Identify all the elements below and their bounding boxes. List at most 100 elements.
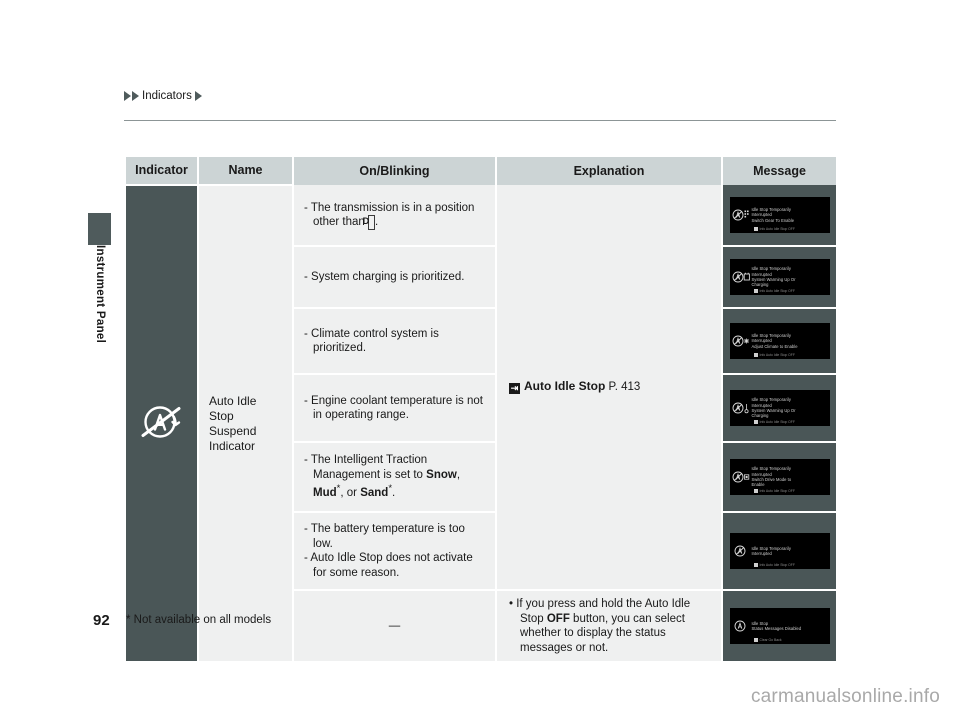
- column-header-explanation: Explanation: [496, 157, 723, 185]
- message-footer-text: Info Auto Idle Stop OFF: [759, 419, 795, 424]
- message-cell: Idle Stop Temporarily Interrupted Switch…: [722, 442, 836, 513]
- gear-d-key: D: [362, 215, 375, 230]
- key-icon: [753, 419, 758, 424]
- message-line: Adjust Climate to Enable: [751, 343, 798, 349]
- message-line: Charging: [751, 282, 769, 288]
- message-text: Idle Stop Status Messages Disabled: [752, 621, 830, 632]
- indicator-name: Auto Idle Stop Suspend Indicator: [198, 184, 294, 661]
- message-line: Status Messages Disabled: [751, 626, 802, 631]
- message-footer: Info Auto Idle Stop OFF: [753, 352, 795, 357]
- on-blinking-text: - The Intelligent Traction Management is…: [304, 454, 461, 500]
- message-display: Idle Stop Temporarily Interrupted Switch…: [729, 197, 830, 233]
- explanation-cell: ⇥ Auto Idle Stop P. 413: [496, 185, 723, 591]
- table-header-row: Indicator Name On/Blinking Explanation M…: [126, 157, 836, 185]
- breadcrumb-label[interactable]: Indicators: [142, 90, 192, 102]
- indicator-cell: [126, 184, 199, 661]
- watermark: carmanualsonline.info: [750, 686, 940, 707]
- idle-stop-gear-icon: [730, 208, 752, 222]
- key-icon: [753, 562, 758, 567]
- idle-stop-disabled-icon: [730, 619, 752, 633]
- message-display: Idle Stop Temporarily Interrupted System…: [729, 390, 830, 426]
- message-line: Enable: [751, 482, 765, 488]
- on-blinking-cell: - System charging is prioritized.: [293, 246, 497, 309]
- on-blinking-text: - The battery temperature is too low.: [304, 523, 465, 550]
- idle-stop-battery-icon: [730, 270, 752, 284]
- column-header-name: Name: [198, 157, 294, 185]
- chevron-right-icon: [124, 91, 131, 101]
- on-blinking-cell: - The Intelligent Traction Management is…: [293, 442, 497, 513]
- itm-mode-snow: Snow: [426, 468, 457, 481]
- message-text: Idle Stop Temporarily Interrupted System…: [752, 266, 830, 288]
- explanation-cell: • If you press and hold the Auto Idle St…: [496, 590, 723, 661]
- message-cell: Idle Stop Temporarily Interrupted System…: [722, 246, 836, 309]
- message-footer-text: Clear Go Back: [759, 637, 782, 642]
- message-display: Idle Stop Temporarily Interrupted System…: [729, 259, 830, 295]
- message-footer-text: Info Auto Idle Stop OFF: [759, 288, 795, 293]
- message-cell: Idle Stop Temporarily Interrupted Info A…: [722, 512, 836, 591]
- message-cell: Idle Stop Status Messages Disabled Clear…: [722, 590, 836, 661]
- message-display: Idle Stop Temporarily Interrupted Adjust…: [729, 323, 830, 359]
- message-line: Interrupted: [751, 551, 772, 556]
- explanation-bullet: • If you press and hold the Auto Idle St…: [509, 598, 691, 654]
- idle-stop-drive-mode-icon: [730, 470, 752, 484]
- idle-stop-temp-icon: [730, 401, 752, 415]
- column-header-indicator: Indicator: [126, 157, 199, 185]
- message-footer: Clear Go Back: [753, 637, 782, 642]
- on-blinking-text: - Climate control system is prioritized.: [304, 327, 439, 355]
- on-blinking-cell: - The battery temperature is too low. - …: [293, 512, 497, 591]
- chevron-right-icon: [132, 91, 139, 101]
- explanation-reference[interactable]: ⇥ Auto Idle Stop P. 413: [509, 379, 641, 395]
- on-blinking-cell: —: [293, 590, 497, 661]
- header-divider: [124, 120, 836, 121]
- indicators-table: Indicator Name On/Blinking Explanation M…: [126, 157, 836, 661]
- message-cell: Idle Stop Temporarily Interrupted Adjust…: [722, 308, 836, 375]
- message-display: Idle Stop Temporarily Interrupted Info A…: [729, 533, 830, 569]
- message-text: Idle Stop Temporarily Interrupted Switch…: [752, 466, 830, 488]
- breadcrumb: Indicators: [124, 90, 202, 102]
- chevron-right-icon: [194, 91, 202, 101]
- jump-to-page-icon: ⇥: [509, 383, 520, 395]
- table-row: Auto Idle Stop Suspend Indicator - The t…: [126, 184, 836, 661]
- reference-page: P. 413: [608, 381, 641, 394]
- on-blinking-cell: - Engine coolant temperature is not in o…: [293, 374, 497, 443]
- message-text: Idle Stop Temporarily Interrupted Switch…: [752, 207, 830, 223]
- column-header-on-blinking: On/Blinking: [293, 157, 497, 185]
- message-footer: Info Auto Idle Stop OFF: [753, 226, 795, 231]
- reference-title: Auto Idle Stop: [524, 379, 606, 394]
- message-footer: Info Auto Idle Stop OFF: [753, 288, 795, 293]
- message-line: Switch Gear To Enable: [751, 217, 795, 223]
- idle-stop-off-button-label: OFF: [546, 612, 570, 625]
- on-blinking-cell: - The transmission is in a position othe…: [293, 185, 497, 247]
- key-icon: [753, 352, 758, 357]
- section-tab-label: Instrument Panel: [94, 245, 106, 344]
- message-text: Idle Stop Temporarily Interrupted Adjust…: [752, 333, 830, 349]
- on-blinking-cell: - Climate control system is prioritized.: [293, 308, 497, 375]
- page-number: 92: [93, 612, 110, 629]
- message-footer: Info Auto Idle Stop OFF: [753, 488, 795, 493]
- column-header-message: Message: [722, 157, 836, 185]
- message-footer-text: Info Auto Idle Stop OFF: [759, 226, 795, 231]
- message-footer: Info Auto Idle Stop OFF: [753, 419, 795, 424]
- idle-stop-generic-icon: [730, 544, 752, 558]
- itm-mode-sand: Sand: [360, 487, 389, 500]
- message-footer-text: Info Auto Idle Stop OFF: [759, 488, 795, 493]
- key-icon: [753, 288, 758, 293]
- auto-idle-stop-suspend-icon: [136, 398, 188, 444]
- message-footer-text: Info Auto Idle Stop OFF: [759, 562, 795, 567]
- message-display: Idle Stop Temporarily Interrupted Switch…: [729, 459, 830, 495]
- message-cell: Idle Stop Temporarily Interrupted System…: [722, 374, 836, 443]
- message-text: Idle Stop Temporarily Interrupted: [752, 546, 830, 557]
- message-text: Idle Stop Temporarily Interrupted System…: [752, 397, 830, 419]
- on-blinking-text: - The transmission is in a position othe…: [304, 201, 475, 230]
- idle-stop-climate-icon: [730, 334, 752, 348]
- on-blinking-text: - Engine coolant temperature is not in o…: [304, 394, 483, 422]
- section-tab-marker: [88, 213, 111, 245]
- message-cell: Idle Stop Temporarily Interrupted Switch…: [722, 185, 836, 247]
- footnote-text: * Not available on all models: [126, 614, 272, 626]
- message-footer-text: Info Auto Idle Stop OFF: [759, 352, 795, 357]
- key-icon: [753, 226, 758, 231]
- itm-mode-mud: Mud: [313, 487, 337, 500]
- key-icon: [753, 637, 758, 642]
- on-blinking-text: - System charging is prioritized.: [304, 270, 465, 283]
- on-blinking-text: - Auto Idle Stop does not activate for s…: [304, 552, 473, 579]
